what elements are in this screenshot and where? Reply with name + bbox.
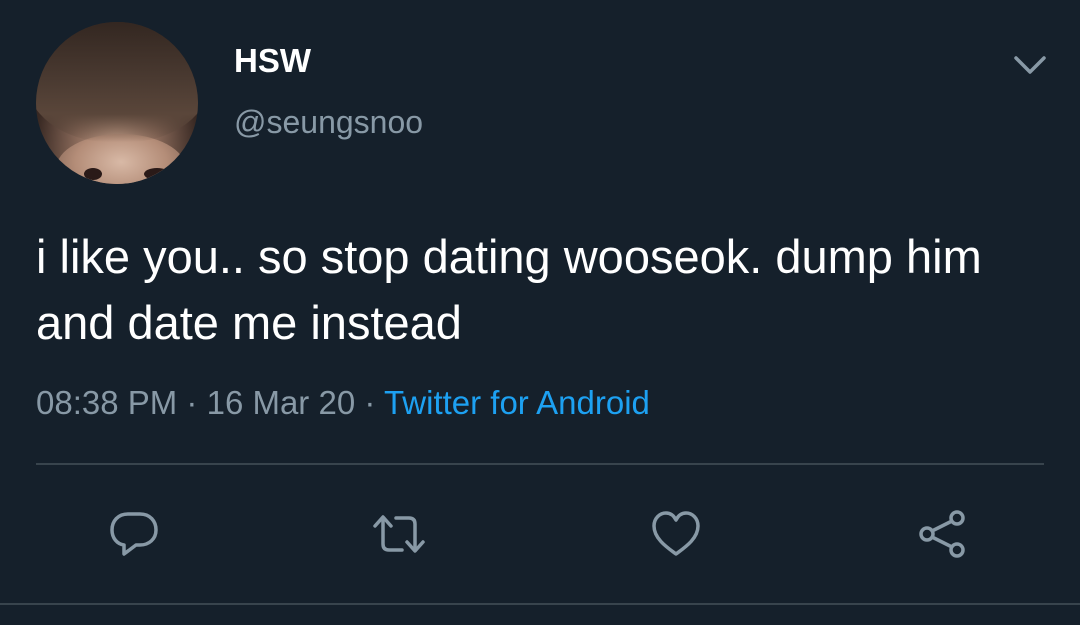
heart-icon (652, 511, 700, 556)
avatar[interactable] (36, 22, 198, 184)
avatar-hair (36, 22, 198, 142)
display-name[interactable]: HSW (234, 42, 311, 80)
share-icon (919, 510, 965, 558)
reply-button[interactable] (106, 508, 162, 560)
like-button[interactable] (648, 508, 704, 560)
tweet-date: 16 Mar 20 (206, 384, 356, 421)
reply-icon (110, 512, 158, 556)
tweet-meta: 08:38 PM · 16 Mar 20 · Twitter for Andro… (36, 384, 650, 422)
meta-separator: · (186, 384, 198, 421)
tweet-text: i like you.. so stop dating wooseok. dum… (36, 230, 982, 349)
tweet-detail: HSW @seungsnoo i like you.. so stop dati… (0, 0, 1080, 625)
tweet-time: 08:38 PM (36, 384, 178, 421)
divider (36, 463, 1044, 465)
tweet-source-link[interactable]: Twitter for Android (384, 384, 650, 421)
chevron-down-icon[interactable] (1010, 50, 1050, 80)
meta-separator: · (364, 384, 376, 421)
avatar-eye-left (84, 168, 102, 180)
share-button[interactable] (915, 508, 971, 560)
user-handle[interactable]: @seungsnoo (234, 104, 423, 141)
avatar-eye-right (144, 168, 170, 180)
retweet-icon (373, 515, 425, 553)
retweet-button[interactable] (371, 508, 427, 560)
divider (0, 603, 1080, 605)
